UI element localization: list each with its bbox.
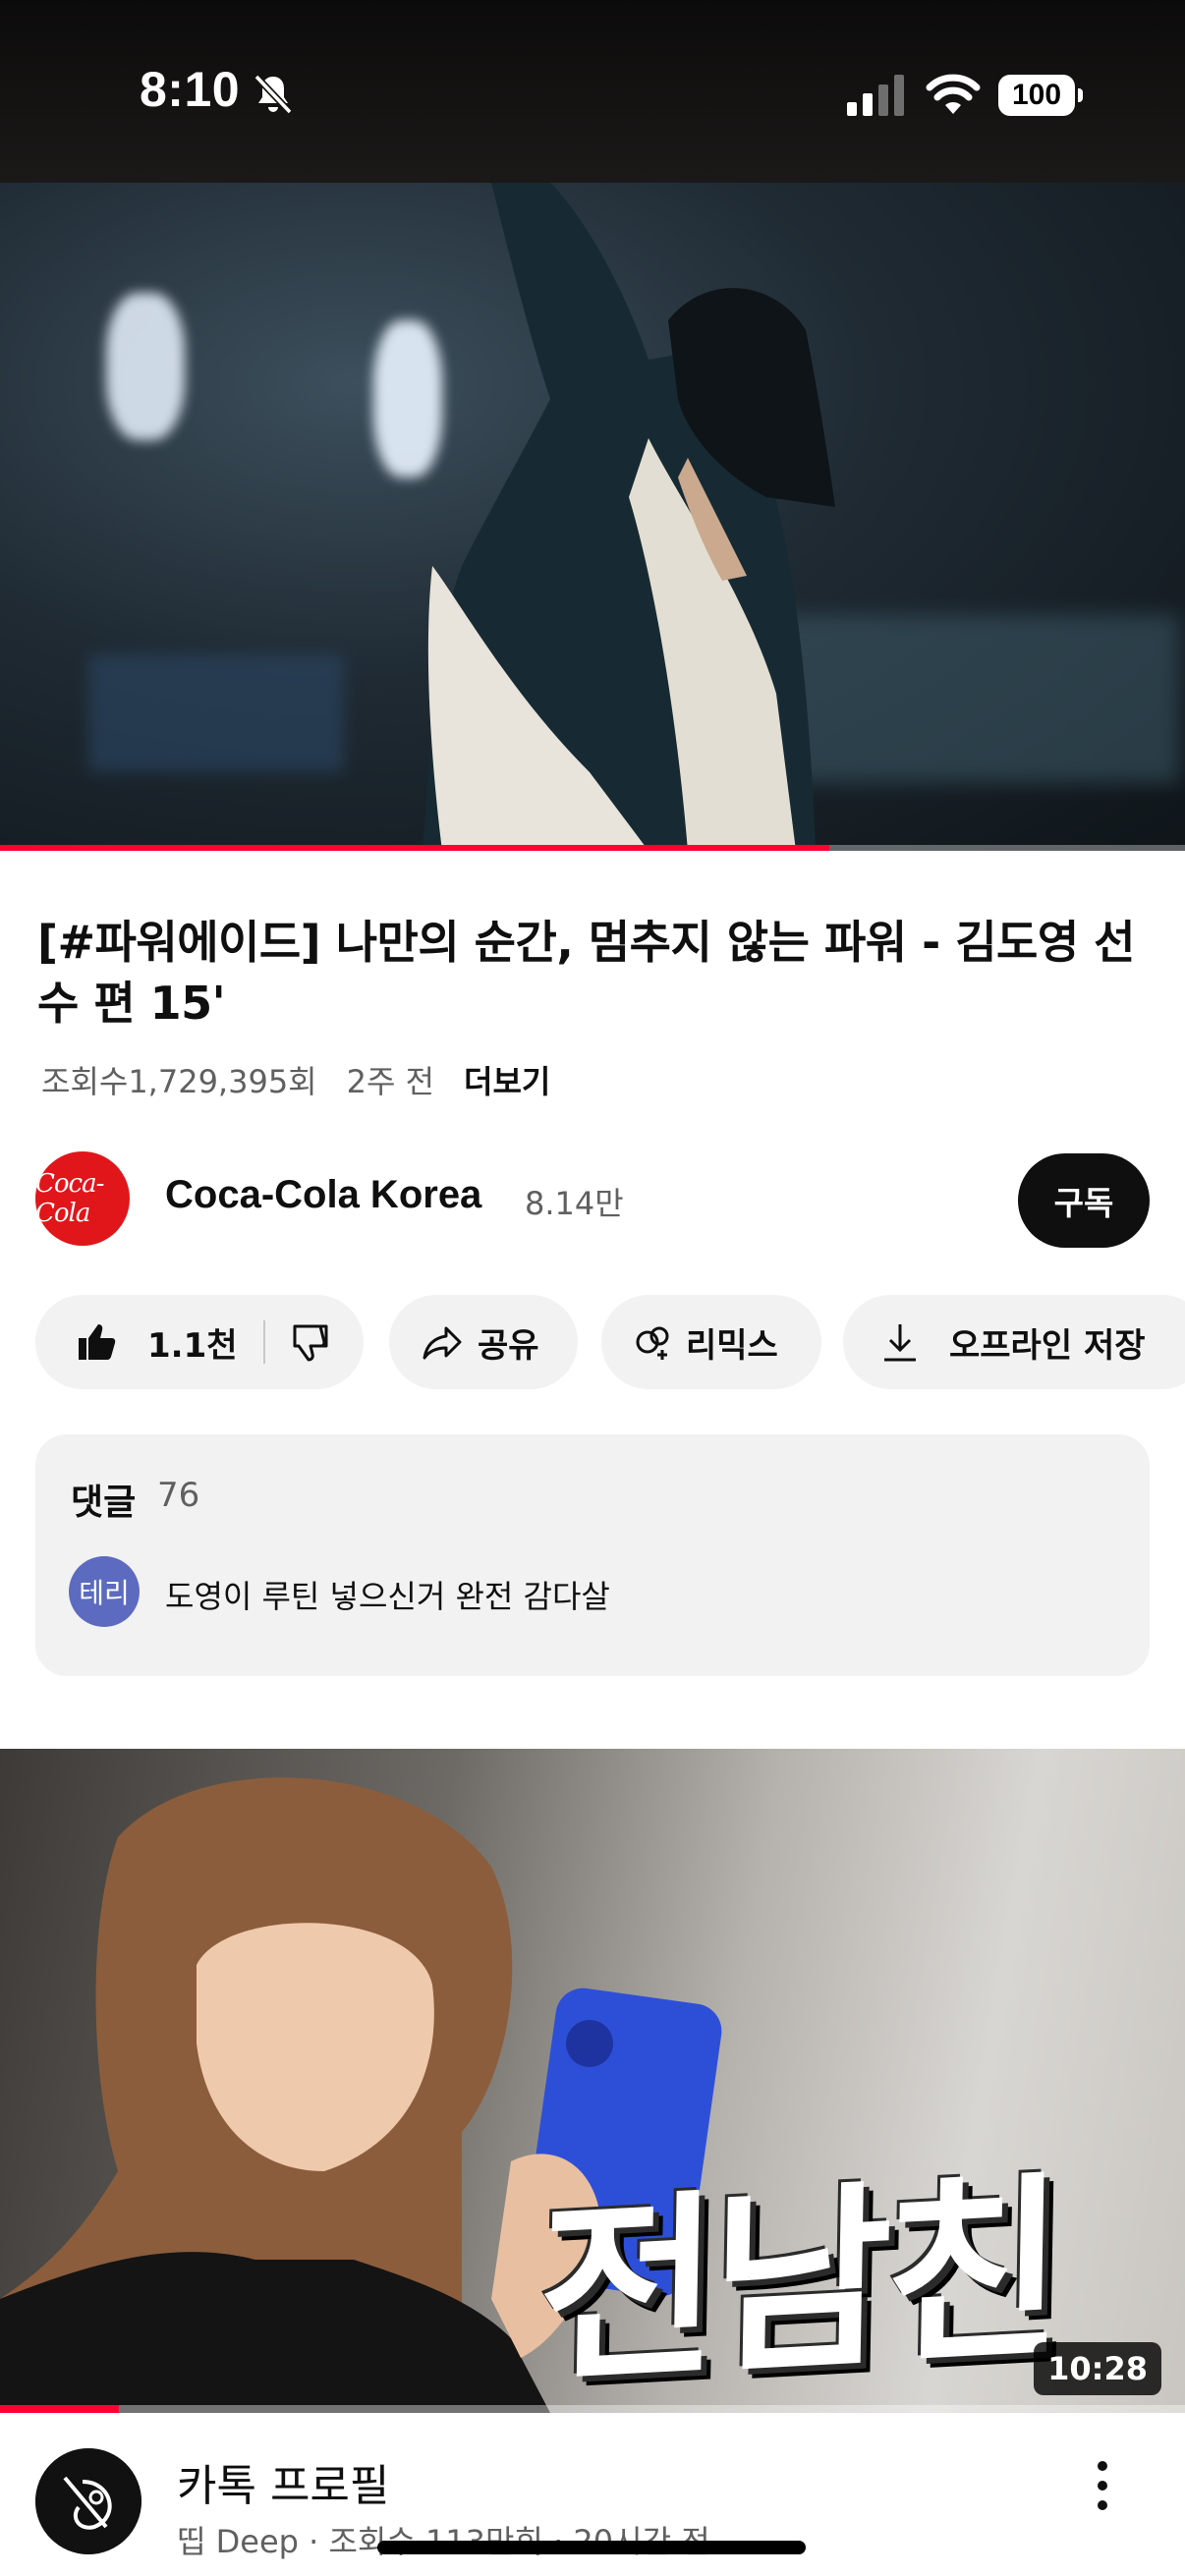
next-video-thumbnail[interactable]: 전남친 10:28: [0, 1749, 1185, 2413]
share-arrow-icon: [423, 1326, 462, 1360]
video-title[interactable]: [#파워에이드] 나만의 순간, 멈추지 않는 파워 - 김도영 선수 편 15…: [37, 912, 1157, 1034]
wifi-icon: [926, 74, 981, 114]
offline-save-label: 오프라인 저장: [949, 1325, 1146, 1366]
video-player[interactable]: [0, 183, 1185, 851]
subscribe-button[interactable]: 구독: [1018, 1153, 1150, 1248]
baseball-player-figure: [423, 183, 835, 851]
channel-avatar[interactable]: Coca-Cola: [35, 1151, 130, 1246]
battery-indicator: 100: [998, 75, 1083, 116]
watch-progress-fill: [0, 2405, 119, 2413]
video-meta[interactable]: 조회수1,729,395회 2주 전 더보기: [41, 1057, 550, 1102]
channel-row[interactable]: Coca-Cola Coca-Cola Korea 8.14만 구독: [35, 1151, 1150, 1250]
share-button[interactable]: 공유: [389, 1295, 578, 1389]
thumbs-down-icon[interactable]: [289, 1320, 332, 1364]
view-count: 조회수1,729,395회: [41, 1063, 317, 1100]
home-indicator: [377, 2541, 806, 2554]
comments-header: 댓글: [71, 1483, 137, 1523]
upload-age: 2주 전: [346, 1063, 435, 1100]
remix-button[interactable]: 리믹스: [601, 1295, 821, 1389]
remix-icon: [636, 1326, 669, 1360]
app-screen: 8:10 100 [#파워에이드] 나만의 순간, 멈추지 않는 파워 - 김도…: [0, 0, 1185, 2576]
offline-save-button[interactable]: 오프라인 저장: [843, 1295, 1185, 1389]
action-bar: 1.1천 공유 리믹스 오프라인 저장: [35, 1295, 1185, 1389]
thumbnail-caption: 전남친: [536, 2154, 1059, 2412]
deep-channel-avatar[interactable]: [35, 2448, 141, 2554]
share-label: 공유: [478, 1325, 539, 1366]
thumbs-up-icon[interactable]: [75, 1320, 118, 1364]
more-options-icon[interactable]: [1079, 2454, 1126, 2517]
recommended-video-title[interactable]: 카톡 프로필: [177, 2450, 389, 2513]
bell-muted-icon: [254, 74, 293, 115]
cellular-signal-icon: [847, 75, 904, 116]
recommended-video-meta: 띱 Deep · 조회수 113만회 · 20시간 전: [177, 2523, 710, 2560]
more-link[interactable]: 더보기: [464, 1057, 550, 1102]
watch-progress-track: [0, 2405, 1185, 2413]
remix-label: 리믹스: [686, 1325, 778, 1366]
comments-count: 76: [157, 1476, 200, 1515]
like-count[interactable]: 1.1천: [147, 1318, 238, 1367]
like-dislike-chip: 1.1천: [35, 1295, 364, 1389]
commenter-avatar: 테리: [69, 1556, 140, 1627]
download-icon: [884, 1324, 916, 1362]
comments-panel[interactable]: 댓글 76 테리 도영이 루틴 넣으신거 완전 감다살: [35, 1434, 1150, 1676]
status-bar: 8:10 100: [0, 0, 1185, 183]
top-comment-text: 도영이 루틴 넣으신거 완전 감다살: [165, 1578, 610, 1615]
video-duration: 10:28: [1034, 2342, 1161, 2395]
subscriber-count: 8.14만: [525, 1185, 624, 1222]
status-time: 8:10: [140, 62, 241, 117]
coca-cola-logo: Coca-Cola: [35, 1169, 104, 1228]
like-divider: [262, 1320, 265, 1364]
channel-name[interactable]: Coca-Cola Korea: [165, 1173, 481, 1217]
